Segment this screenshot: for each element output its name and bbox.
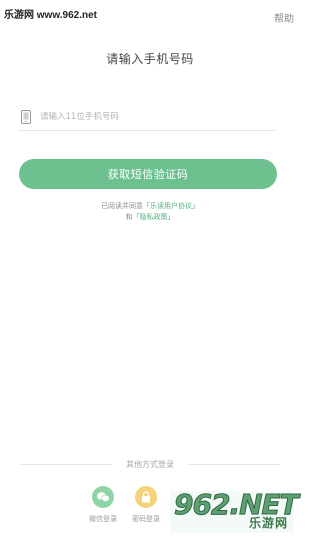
wechat-icon bbox=[92, 486, 114, 508]
site-logo-watermark: 962.NET 乐游网 bbox=[170, 488, 299, 533]
get-sms-code-button[interactable]: 获取短信验证码 bbox=[19, 159, 277, 189]
other-login-divider: 其他方式登录 bbox=[20, 459, 280, 470]
lock-icon bbox=[135, 486, 157, 508]
other-login-heading: 其他方式登录 bbox=[126, 460, 174, 469]
divider-line-right bbox=[188, 464, 280, 465]
site-watermark: 乐游网 www.962.net bbox=[4, 10, 97, 21]
agreement-conjunction: 和 bbox=[125, 213, 133, 221]
divider-line-left bbox=[20, 464, 112, 465]
password-login-option[interactable]: 密码登录 bbox=[126, 486, 166, 524]
page-title: 请输入手机号码 bbox=[106, 52, 194, 66]
phone-input[interactable] bbox=[40, 112, 260, 122]
site-logo-subtext: 乐游网 bbox=[248, 516, 288, 530]
user-agreement-link[interactable]: 「乐读用户协议」 bbox=[143, 202, 199, 210]
password-login-label: 密码登录 bbox=[132, 515, 160, 523]
wechat-login-label: 微信登录 bbox=[89, 515, 117, 523]
phone-icon bbox=[20, 110, 32, 124]
privacy-policy-link[interactable]: 「隐私政策」 bbox=[133, 213, 175, 221]
agreement-prefix: 已阅读并同意 bbox=[101, 202, 143, 210]
help-link[interactable]: 帮助 bbox=[274, 10, 294, 25]
agreement-text: 已阅读并同意「乐读用户协议」 和「隐私政策」 bbox=[0, 201, 300, 223]
wechat-login-option[interactable]: 微信登录 bbox=[83, 486, 123, 524]
phone-field-row bbox=[18, 104, 276, 131]
